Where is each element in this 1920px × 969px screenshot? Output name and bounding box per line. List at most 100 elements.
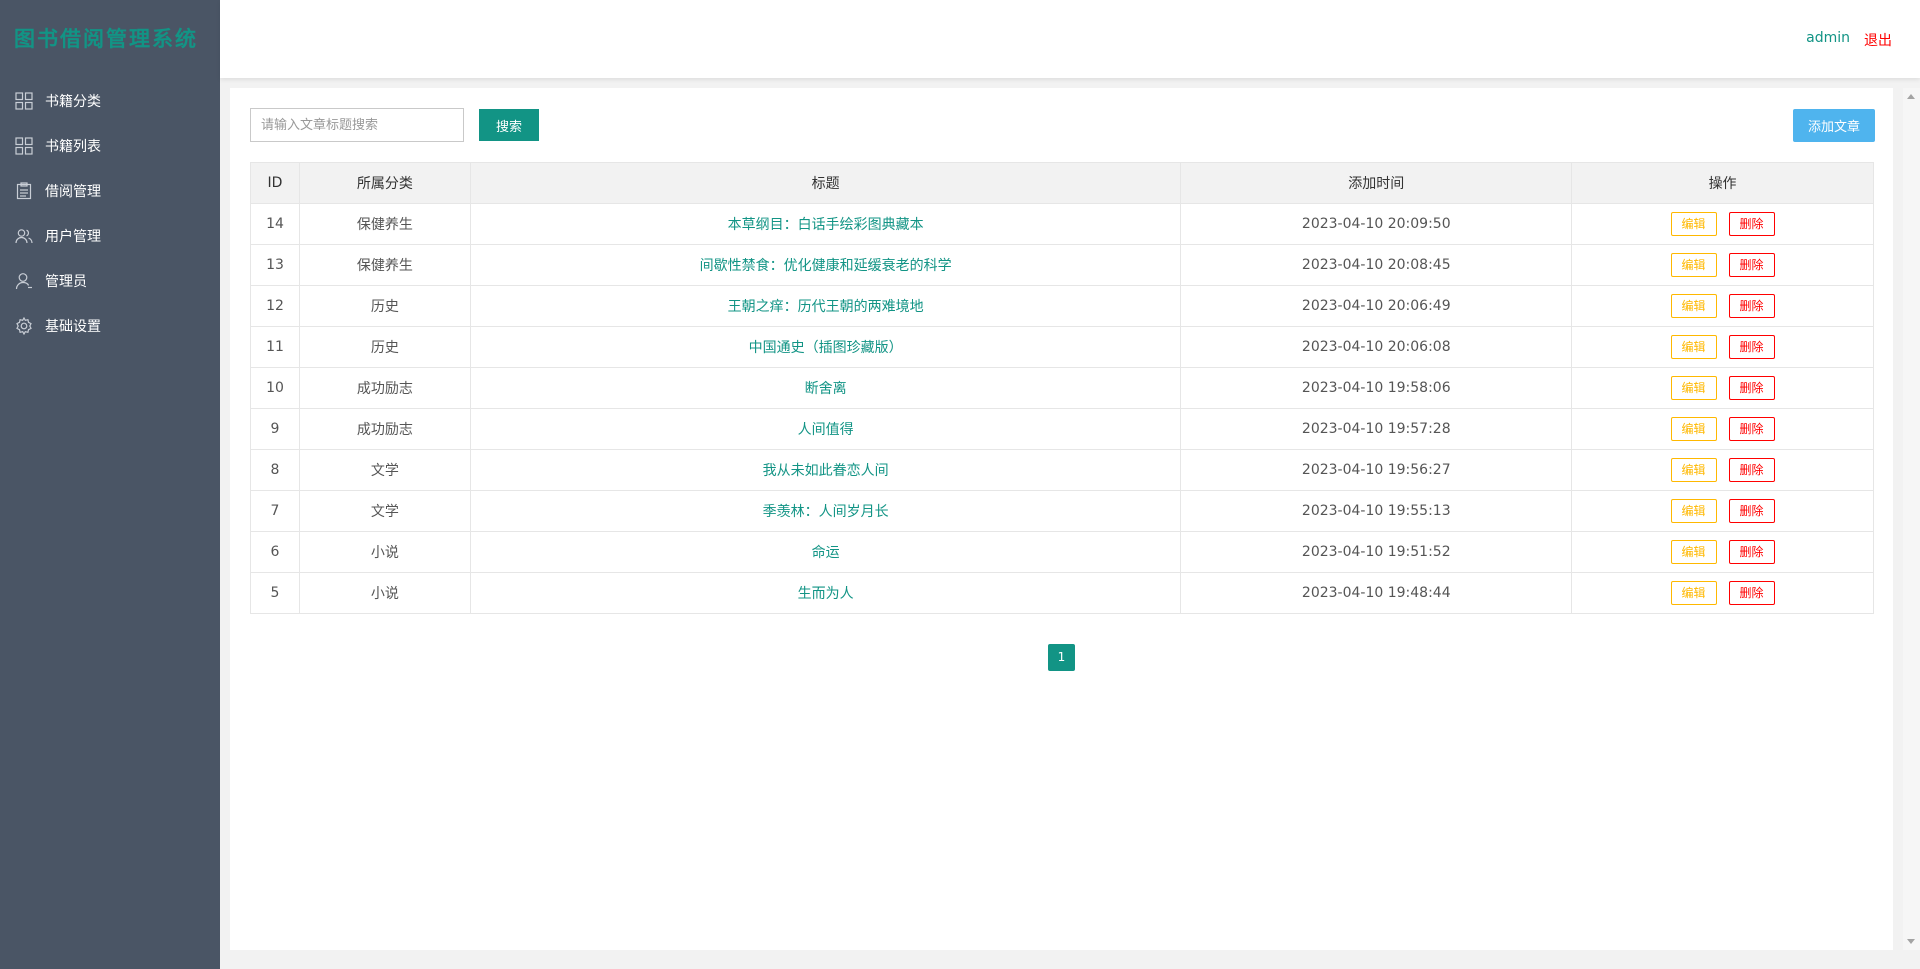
cell-category: 保健养生 (298, 203, 471, 245)
sidebar-item-label: 基础设置 (45, 318, 101, 335)
vertical-scrollbar[interactable] (1903, 88, 1920, 950)
edit-button[interactable]: 编辑 (1670, 376, 1717, 400)
top-header: admin 退出 (220, 0, 1920, 78)
pagination-page-current[interactable]: 1 (1048, 644, 1075, 671)
sidebar-item-admin[interactable]: 管理员 (0, 258, 220, 303)
grid-icon (15, 136, 33, 155)
current-user[interactable]: admin (1806, 30, 1850, 46)
cell-actions: 编辑 删除 (1571, 490, 1874, 532)
cell-actions: 编辑 删除 (1571, 367, 1874, 409)
table-row: 5 小说 生而为人 2023-04-10 19:48:44 编辑 删除 (250, 572, 1874, 614)
column-header-actions: 操作 (1571, 162, 1874, 204)
cell-category: 文学 (298, 449, 471, 491)
cell-id: 5 (250, 572, 300, 614)
delete-button[interactable]: 删除 (1728, 335, 1775, 359)
cell-category: 成功励志 (298, 408, 471, 450)
delete-button[interactable]: 删除 (1728, 294, 1775, 318)
cell-title-link[interactable]: 间歇性禁食：优化健康和延缓衰老的科学 (469, 244, 1182, 286)
search-button[interactable]: 搜索 (479, 109, 539, 141)
table-row: 14 保健养生 本草纲目：白话手绘彩图典藏本 2023-04-10 20:09:50 编… (250, 203, 1874, 245)
edit-button[interactable]: 编辑 (1670, 294, 1717, 318)
sidebar-item-label: 书籍分类 (45, 93, 101, 110)
cell-title-link[interactable]: 中国通史（插图珍藏版） (469, 326, 1182, 368)
table-row: 11 历史 中国通史（插图珍藏版） 2023-04-10 20:06:08 编辑 删除 (250, 326, 1874, 368)
cell-actions: 编辑 删除 (1571, 285, 1874, 327)
cell-id: 11 (250, 326, 300, 368)
cell-title-link[interactable]: 命运 (469, 531, 1182, 573)
delete-button[interactable]: 删除 (1728, 376, 1775, 400)
cell-title-link[interactable]: 断舍离 (469, 367, 1182, 409)
cell-category: 历史 (298, 326, 471, 368)
cell-time: 2023-04-10 20:08:45 (1180, 244, 1573, 286)
edit-button[interactable]: 编辑 (1670, 458, 1717, 482)
cell-category: 历史 (298, 285, 471, 327)
cell-time: 2023-04-10 20:09:50 (1180, 203, 1573, 245)
cell-actions: 编辑 删除 (1571, 203, 1874, 245)
sidebar-item-label: 管理员 (45, 273, 87, 290)
sidebar-item-book-categories[interactable]: 书籍分类 (0, 78, 220, 123)
edit-button[interactable]: 编辑 (1670, 335, 1717, 359)
table-row: 12 历史 王朝之痒：历代王朝的两难境地 2023-04-10 20:06:49 编辑删… (250, 285, 1874, 327)
edit-button[interactable]: 编辑 (1670, 540, 1717, 564)
grid-icon (15, 91, 33, 110)
cell-title-link[interactable]: 王朝之痒：历代王朝的两难境地 (469, 285, 1182, 327)
cell-time: 2023-04-10 19:56:27 (1180, 449, 1573, 491)
cell-title-link[interactable]: 季羡林：人间岁月长 (469, 490, 1182, 532)
table-row: 8 文学 我从未如此眷恋人间 2023-04-10 19:56:27 编辑 删除 (250, 449, 1874, 491)
cell-category: 小说 (298, 572, 471, 614)
column-header-id: ID (250, 162, 300, 204)
column-header-time: 添加时间 (1180, 162, 1573, 204)
cell-category: 成功励志 (298, 367, 471, 409)
delete-button[interactable]: 删除 (1728, 540, 1775, 564)
delete-button[interactable]: 删除 (1728, 212, 1775, 236)
delete-button[interactable]: 删除 (1728, 581, 1775, 605)
delete-button[interactable]: 删除 (1728, 253, 1775, 277)
gear-icon (16, 316, 32, 335)
cell-time: 2023-04-10 19:51:52 (1180, 531, 1573, 573)
logout-link[interactable]: 退出 (1864, 30, 1892, 50)
cell-time: 2023-04-10 20:06:08 (1180, 326, 1573, 368)
cell-title-link[interactable]: 人间值得 (469, 408, 1182, 450)
cell-title-link[interactable]: 生而为人 (469, 572, 1182, 614)
cell-actions: 编辑 删除 (1571, 449, 1874, 491)
users-icon (15, 228, 33, 243)
delete-button[interactable]: 删除 (1728, 417, 1775, 441)
sidebar-item-label: 书籍列表 (45, 138, 101, 155)
cell-actions: 编辑 删除 (1571, 531, 1874, 573)
cell-actions: 编辑 删除 (1571, 408, 1874, 450)
edit-button[interactable]: 编辑 (1670, 581, 1717, 605)
sidebar-item-user-management[interactable]: 用户管理 (0, 213, 220, 258)
cell-title-link[interactable]: 本草纲目：白话手绘彩图典藏本 (469, 203, 1182, 245)
scroll-down-arrow-icon[interactable] (1907, 939, 1915, 944)
cell-title-link[interactable]: 我从未如此眷恋人间 (469, 449, 1182, 491)
content-panel: 搜索 添加文章 ID 所属分类 标题 添加时间 操作 14保健养生本草纲目：白话… (230, 88, 1893, 950)
cell-id: 10 (250, 367, 300, 409)
cell-id: 13 (250, 244, 300, 286)
add-article-button[interactable]: 添加文章 (1793, 109, 1875, 142)
app-title: 图书借阅管理系统 (14, 27, 198, 51)
column-header-title: 标题 (469, 162, 1182, 204)
edit-button[interactable]: 编辑 (1670, 499, 1717, 523)
scroll-up-arrow-icon[interactable] (1907, 94, 1915, 99)
sidebar-item-borrow-management[interactable]: 借阅管理 (0, 168, 220, 213)
edit-button[interactable]: 编辑 (1670, 212, 1717, 236)
search-input[interactable] (250, 108, 464, 142)
delete-button[interactable]: 删除 (1728, 458, 1775, 482)
cell-id: 14 (250, 203, 300, 245)
cell-actions: 编辑 删除 (1571, 326, 1874, 368)
table-row: 6 小说 命运 2023-04-10 19:51:52 编辑 删除 (250, 531, 1874, 573)
cell-time: 2023-04-10 20:06:49 (1180, 285, 1573, 327)
cell-actions: 编辑 删除 (1571, 244, 1874, 286)
sidebar-item-book-list[interactable]: 书籍列表 (0, 123, 220, 168)
sidebar-item-label: 借阅管理 (45, 183, 101, 200)
table-row: 7 文学 季羡林：人间岁月长 2023-04-10 19:55:13 编辑 删除 (250, 490, 1874, 532)
cell-id: 7 (250, 490, 300, 532)
edit-button[interactable]: 编辑 (1670, 253, 1717, 277)
edit-button[interactable]: 编辑 (1670, 417, 1717, 441)
delete-button[interactable]: 删除 (1728, 499, 1775, 523)
column-header-category: 所属分类 (298, 162, 471, 204)
cell-category: 文学 (298, 490, 471, 532)
cell-category: 保健养生 (298, 244, 471, 286)
table-row: 9 成功励志 人间值得 2023-04-10 19:57:28 编辑 删除 (250, 408, 1874, 450)
sidebar-item-basic-settings[interactable]: 基础设置 (0, 303, 220, 348)
